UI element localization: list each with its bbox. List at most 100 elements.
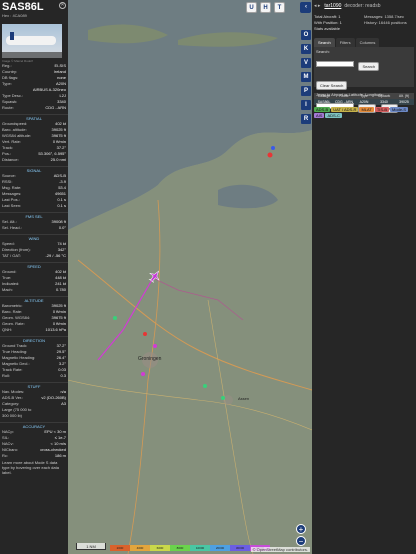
tab-filters[interactable]: Filters bbox=[335, 38, 355, 47]
place-label: Assen bbox=[238, 396, 249, 401]
field-label: 300 000 lb) bbox=[2, 413, 23, 418]
expand-arrow-icon[interactable]: ‹ bbox=[301, 2, 311, 12]
section-title-direction[interactable]: DIRECTION bbox=[0, 336, 68, 343]
field-label: Mach: bbox=[2, 287, 13, 292]
clear-search-button[interactable]: Clear Search bbox=[316, 81, 348, 90]
column-header[interactable]: Squawk bbox=[374, 94, 394, 98]
detail-sections: SPATIAL Groundspeed: 402 kt Baro. altitude:… bbox=[0, 114, 68, 459]
station-marker bbox=[113, 316, 117, 320]
table-cell: 39025 bbox=[399, 100, 409, 104]
column-header[interactable]: Type bbox=[354, 94, 374, 98]
close-icon[interactable]: ✕ bbox=[59, 2, 66, 9]
legend-item[interactable]: MLAT bbox=[359, 107, 374, 112]
map-view[interactable]: Groningen Assen UHT › + − 1 NM 200040006… bbox=[68, 0, 312, 554]
column-header[interactable]: Alt. (ft) bbox=[394, 94, 414, 98]
side-button-r[interactable]: R bbox=[301, 114, 311, 124]
legend-item[interactable]: UAT / ADS-R bbox=[331, 107, 359, 112]
legend-item[interactable]: Mode-S bbox=[390, 107, 409, 112]
station-marker bbox=[143, 332, 147, 336]
panel-arrows-icon[interactable]: ◂ ▸ bbox=[314, 3, 320, 9]
legend-item[interactable]: ADS-C bbox=[325, 113, 342, 118]
table-cell: SAS86L bbox=[317, 100, 331, 104]
table-cell: 3340 bbox=[380, 100, 388, 104]
tab-search[interactable]: Search bbox=[314, 38, 335, 47]
place-label: Groningen bbox=[138, 356, 162, 362]
side-button-m[interactable]: M bbox=[301, 72, 311, 82]
detail-row: Distance: 25.0 nmi bbox=[0, 157, 68, 163]
legend-item[interactable]: AIS bbox=[314, 113, 325, 118]
basic-info: Reg.: EI-SIS Country: Ireland DB flags: none T… bbox=[0, 63, 68, 111]
section-title-spatial[interactable]: SPATIAL bbox=[0, 114, 68, 121]
section-title-stuff[interactable]: STUFF bbox=[0, 382, 68, 389]
station-marker bbox=[153, 344, 157, 348]
detail-row: QNH: 1013.6 hPa bbox=[0, 327, 68, 333]
app-link[interactable]: tar1090 bbox=[324, 3, 341, 9]
callsign-title: SAS86L bbox=[2, 1, 44, 13]
search-tab-body: Search: Search Clear Search Jump to Airp… bbox=[314, 47, 414, 113]
field-label: Last Seen: bbox=[2, 203, 22, 208]
map-button-u[interactable]: U bbox=[246, 2, 257, 13]
map-button-h[interactable]: H bbox=[260, 2, 271, 13]
field-label: Type: bbox=[2, 81, 12, 86]
altitude-legend-item: 6000 bbox=[150, 545, 170, 551]
field-label: Roll: bbox=[2, 373, 11, 378]
side-button-o[interactable]: O bbox=[301, 30, 311, 40]
altitude-legend-item: 2000 bbox=[110, 545, 130, 551]
tab-bar: Search Filters Columns bbox=[314, 38, 414, 47]
map-button-t[interactable]: T bbox=[274, 2, 285, 13]
legend-item[interactable]: TIS-B bbox=[374, 107, 390, 112]
side-button-p[interactable]: P bbox=[301, 86, 311, 96]
detail-row: Last Seen: 0.1 s bbox=[0, 203, 68, 209]
column-header[interactable]: Route bbox=[334, 94, 354, 98]
field-value: 186 m bbox=[54, 453, 66, 458]
section-title-wind[interactable]: WIND bbox=[0, 234, 68, 241]
decoder-label: decoder: readsb bbox=[344, 3, 381, 9]
search-button[interactable]: Search bbox=[358, 62, 380, 71]
altitude-legend-item: 8000 bbox=[170, 545, 190, 551]
info-row: Route: CDG - ARN bbox=[0, 105, 68, 111]
station-marker bbox=[267, 152, 273, 158]
section-title-speed[interactable]: SPEED bbox=[0, 262, 68, 269]
field-value: 25.0 nmi bbox=[50, 157, 66, 162]
aircraft-photo[interactable] bbox=[2, 24, 62, 58]
field-value: -29 / -56 °C bbox=[45, 253, 67, 258]
field-value: A3 bbox=[61, 401, 66, 406]
field-value: 1013.6 hPa bbox=[45, 327, 66, 332]
aircraft-list-panel: ◂ ▸ tar1090 decoder: readsb Total Aircra… bbox=[312, 0, 416, 554]
section-title-fms[interactable]: FMS SEL bbox=[0, 212, 68, 219]
field-value: 0.780 bbox=[55, 287, 66, 292]
map-side-buttons: ‹ O K V M P I R bbox=[300, 0, 312, 554]
altitude-legend-item: 20000 bbox=[210, 545, 230, 551]
field-value: 0.0° bbox=[58, 225, 66, 230]
section-title-accuracy[interactable]: ACCURACY bbox=[0, 422, 68, 429]
legend-item[interactable]: ADS-B bbox=[314, 107, 331, 112]
section-title-signal[interactable]: SIGNAL bbox=[0, 166, 68, 173]
altitude-legend-item: 4000 bbox=[130, 545, 150, 551]
station-marker bbox=[203, 384, 207, 388]
history-count: History: 16446 positions bbox=[364, 20, 407, 25]
station-marker bbox=[141, 372, 145, 376]
stats-available[interactable]: Stats available bbox=[314, 26, 364, 32]
detail-row: Roll: 0.3 bbox=[0, 373, 68, 379]
table-cell: A20N bbox=[359, 100, 369, 104]
search-input[interactable] bbox=[316, 60, 354, 67]
detail-row: 300 000 lb) bbox=[0, 413, 68, 419]
map-scale: 1 NM bbox=[76, 543, 106, 550]
station-marker bbox=[221, 396, 225, 400]
field-label: TAT / OAT: bbox=[2, 253, 21, 258]
side-button-k[interactable]: K bbox=[301, 44, 311, 54]
field-value: CDG - ARN bbox=[45, 105, 66, 110]
section-title-altitude[interactable]: ALTITUDE bbox=[0, 296, 68, 303]
search-label: Search: bbox=[316, 49, 330, 54]
field-value: 0.1 s bbox=[57, 203, 66, 208]
tab-columns[interactable]: Columns bbox=[355, 38, 380, 47]
altitude-legend-item: 10000 bbox=[190, 545, 210, 551]
detail-row: TAT / OAT: -29 / -56 °C bbox=[0, 253, 68, 259]
field-label: Route: bbox=[2, 105, 14, 110]
side-button-v[interactable]: V bbox=[301, 58, 311, 68]
column-header[interactable]: Callsign bbox=[314, 94, 334, 98]
stats-block: Total Aircraft: 1 With Position: 1 Stats… bbox=[312, 12, 416, 34]
map-canvas[interactable]: Groningen Assen bbox=[68, 0, 312, 554]
side-button-i[interactable]: I bbox=[301, 100, 311, 110]
hex-code: Hex : 4CA089 bbox=[2, 13, 27, 18]
